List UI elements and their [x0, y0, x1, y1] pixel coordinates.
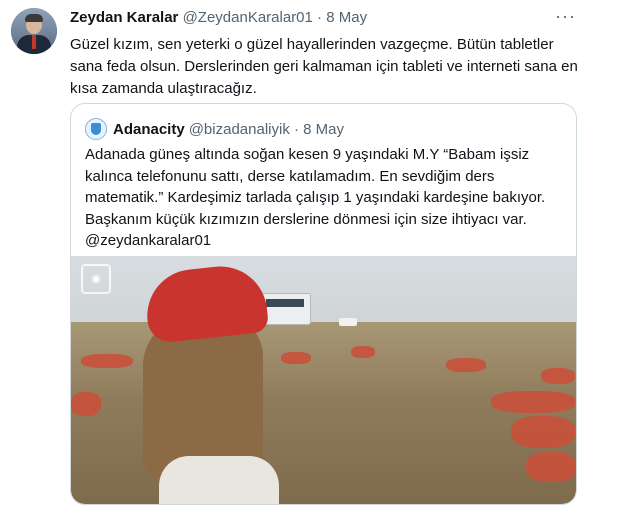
onion-sack	[71, 392, 101, 416]
onion-sack	[541, 368, 575, 384]
onion-sack	[81, 354, 133, 368]
onion-sack	[526, 452, 576, 482]
onion-sack	[491, 391, 575, 413]
more-options-icon[interactable]: ···	[555, 6, 576, 27]
onion-sack	[446, 358, 486, 372]
quoted-header: Adanacity @bizadanaliyik · 8 May	[85, 118, 344, 140]
media-car	[339, 318, 357, 326]
onion-sack	[281, 352, 311, 364]
tweet-text: Güzel kızım, sen yeterki o güzel hayalle…	[70, 36, 578, 97]
quoted-media[interactable]: ◉	[71, 256, 576, 504]
avatar-tie	[32, 35, 36, 49]
quoted-date[interactable]: 8 May	[303, 121, 344, 138]
author-name[interactable]: Zeydan Karalar	[70, 9, 178, 26]
tweet-date[interactable]: 8 May	[326, 9, 367, 26]
separator-dot: ·	[317, 9, 323, 26]
onion-sack	[351, 346, 375, 358]
avatar[interactable]	[11, 8, 57, 54]
author-handle[interactable]: @ZeydanKaralar01	[183, 9, 313, 26]
media-bus	[261, 293, 311, 325]
camera-icon[interactable]: ◉	[81, 264, 111, 294]
quoted-tweet[interactable]: Adanacity @bizadanaliyik · 8 May Adanada…	[70, 103, 577, 505]
onion-sack	[511, 416, 575, 448]
avatar-hair	[25, 14, 43, 22]
adanacity-logo-icon[interactable]	[85, 118, 107, 140]
tweet-header: Zeydan Karalar @ZeydanKaralar01 · 8 May	[70, 9, 367, 26]
quoted-text: Adanada güneş altında soğan kesen 9 yaşı…	[85, 146, 546, 249]
quoted-author-handle[interactable]: @bizadanaliyik	[189, 121, 290, 138]
separator-dot: ·	[294, 120, 299, 138]
tweet: Zeydan Karalar @ZeydanKaralar01 · 8 May …	[0, 0, 624, 505]
quoted-author-name[interactable]: Adanacity	[113, 121, 185, 138]
